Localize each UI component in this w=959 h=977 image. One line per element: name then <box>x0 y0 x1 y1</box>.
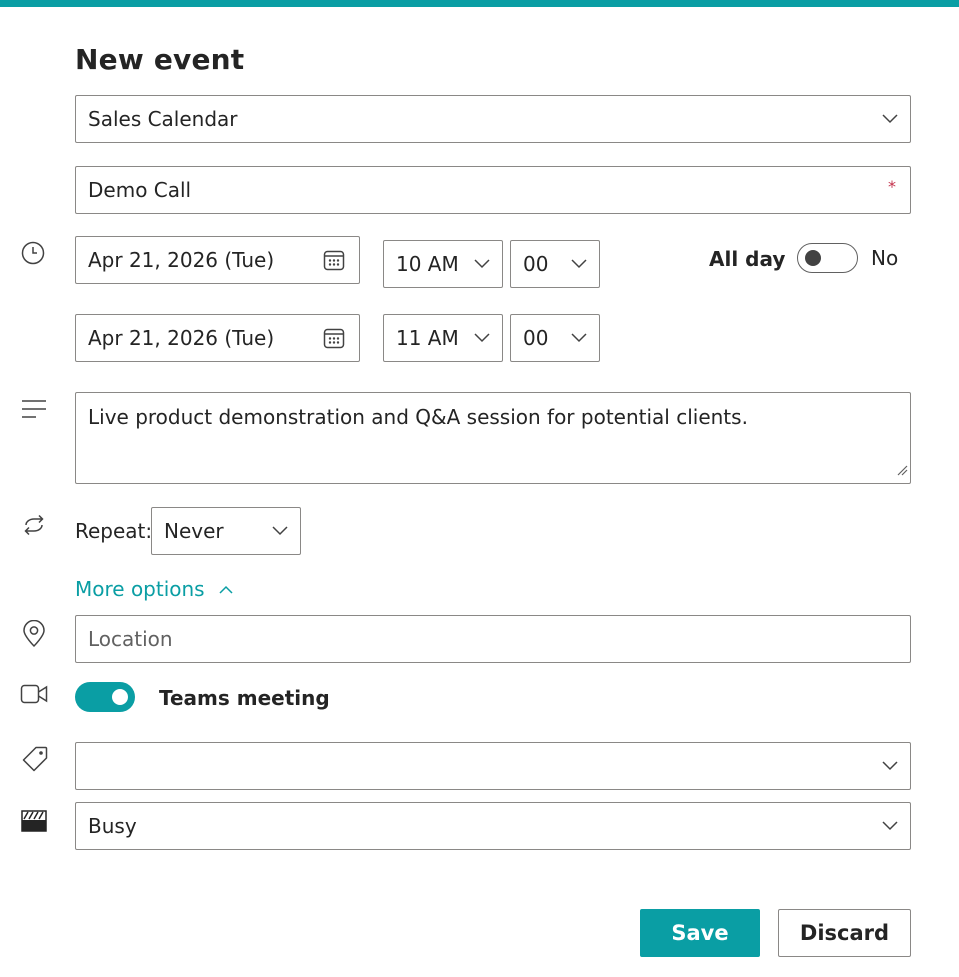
chevron-down-icon <box>882 114 898 124</box>
start-minute-select[interactable]: 00 <box>510 240 600 288</box>
chevron-down-icon <box>571 259 587 269</box>
event-title-input[interactable]: Demo Call * <box>75 166 911 214</box>
teams-meeting-label: Teams meeting <box>159 686 330 710</box>
end-date-value: Apr 21, 2026 (Tue) <box>88 326 275 350</box>
calendar-select[interactable]: Sales Calendar <box>75 95 911 143</box>
more-options-link[interactable]: More options <box>75 575 233 601</box>
repeat-select[interactable]: Never <box>151 507 301 555</box>
start-date-input[interactable]: Apr 21, 2026 (Tue) <box>75 236 360 284</box>
category-select[interactable] <box>75 742 911 790</box>
clock-icon <box>21 241 45 265</box>
end-minute-select[interactable]: 00 <box>510 314 600 362</box>
start-hour-value: 10 AM <box>396 252 459 276</box>
more-options-label: More options <box>75 577 205 601</box>
all-day-label: All day <box>709 247 786 271</box>
chevron-up-icon <box>219 575 233 599</box>
calendar-select-value: Sales Calendar <box>88 107 238 131</box>
end-date-input[interactable]: Apr 21, 2026 (Tue) <box>75 314 360 362</box>
save-button[interactable]: Save <box>640 909 760 957</box>
repeat-icon <box>20 511 48 539</box>
video-camera-icon <box>20 684 48 704</box>
tag-icon <box>21 745 49 773</box>
toggle-knob <box>112 689 128 705</box>
description-value: Live product demonstration and Q&A sessi… <box>88 405 748 429</box>
location-placeholder: Location <box>88 627 173 651</box>
top-accent-bar <box>0 0 959 7</box>
busy-status-icon <box>21 810 47 832</box>
chevron-down-icon <box>474 259 490 269</box>
text-lines-icon <box>21 399 47 419</box>
required-mark: * <box>888 177 896 196</box>
end-hour-value: 11 AM <box>396 326 459 350</box>
resize-handle-icon[interactable] <box>896 457 908 481</box>
calendar-icon[interactable] <box>323 327 345 354</box>
discard-button[interactable]: Discard <box>778 909 911 957</box>
end-hour-select[interactable]: 11 AM <box>383 314 503 362</box>
all-day-state: No <box>871 246 899 270</box>
end-minute-value: 00 <box>523 326 549 350</box>
start-date-value: Apr 21, 2026 (Tue) <box>88 248 275 272</box>
show-as-value: Busy <box>88 814 137 838</box>
page-title: New event <box>75 43 245 76</box>
chevron-down-icon <box>882 761 898 771</box>
start-hour-select[interactable]: 10 AM <box>383 240 503 288</box>
all-day-toggle[interactable] <box>797 243 858 273</box>
location-pin-icon <box>22 620 46 648</box>
location-input[interactable]: Location <box>75 615 911 663</box>
chevron-down-icon <box>474 333 490 343</box>
calendar-icon[interactable] <box>323 249 345 276</box>
show-as-select[interactable]: Busy <box>75 802 911 850</box>
toggle-knob <box>805 250 821 266</box>
repeat-label: Repeat: <box>75 519 153 543</box>
start-minute-value: 00 <box>523 252 549 276</box>
repeat-value: Never <box>164 519 224 543</box>
teams-meeting-toggle[interactable] <box>75 682 135 712</box>
event-title-value: Demo Call <box>88 178 192 202</box>
chevron-down-icon <box>571 333 587 343</box>
chevron-down-icon <box>272 526 288 536</box>
description-textarea[interactable]: Live product demonstration and Q&A sessi… <box>75 392 911 484</box>
chevron-down-icon <box>882 821 898 831</box>
